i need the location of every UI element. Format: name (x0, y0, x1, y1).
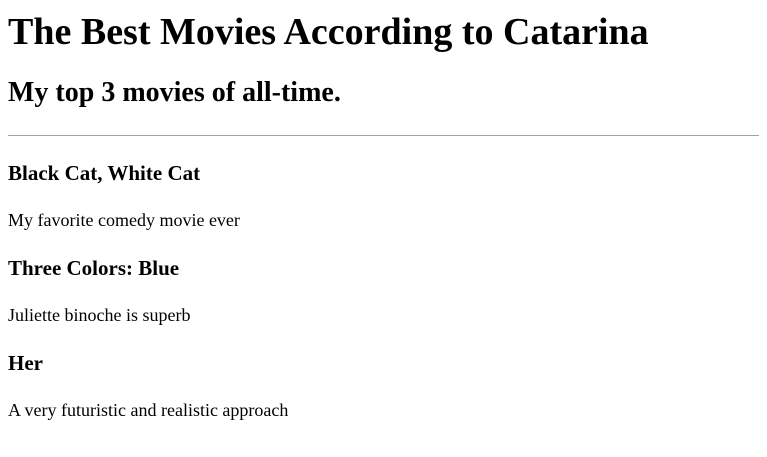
movie-description: Juliette binoche is superb (8, 305, 191, 325)
movie-title: Black Cat, White Cat (8, 161, 201, 185)
movie-item-three-colors-blue: Three Colors: Blue Juliette binoche is s… (8, 256, 759, 326)
movie-title: Three Colors: Blue (8, 256, 180, 280)
movie-description: A very futuristic and realistic approach (8, 400, 289, 420)
movie-item-black-cat-white-cat: Black Cat, White Cat My favorite comedy … (8, 161, 759, 231)
movie-description: My favorite comedy movie ever (8, 210, 240, 230)
page-title: The Best Movies According to Catarina (8, 11, 649, 53)
page-subtitle: My top 3 movies of all-time. (8, 77, 341, 108)
movie-item-her: Her A very futuristic and realistic appr… (8, 351, 759, 421)
movie-list: Black Cat, White Cat My favorite comedy … (8, 161, 759, 421)
movie-title: Her (8, 351, 43, 375)
divider (8, 135, 759, 136)
